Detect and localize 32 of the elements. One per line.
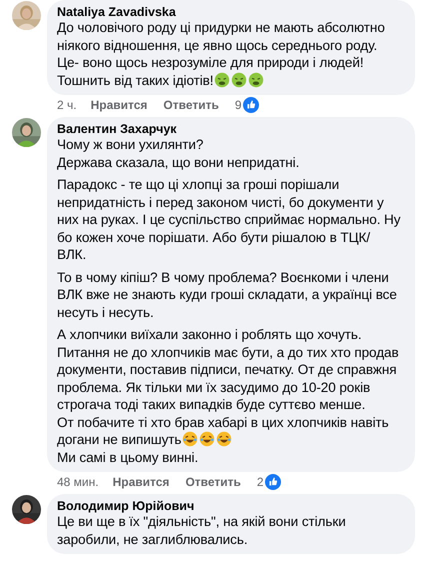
like-link[interactable]: Нравится — [90, 98, 148, 112]
comment-text: Питання не до хлопчиків має бути, а до тих хто продав документи, поставив підписи, печатку. От де справжня проблема. Як тільки ми їх засудимо до 10-20 років строгача тоді таких випадків буде суттєво менше. — [57, 344, 399, 412]
like-count[interactable]: 9 — [234, 98, 242, 112]
reply-link[interactable]: Ответить — [185, 475, 241, 489]
comment-text: догани не випишуть — [57, 432, 182, 447]
like-count[interactable]: 2 — [256, 475, 264, 489]
thumbs-up-icon — [242, 97, 259, 113]
comment-text: Тошнить від таких ідіотів! — [57, 72, 214, 88]
comment-text: От побачите ті хто брав хабарі в цих хлопчиків навіть — [57, 414, 389, 430]
comment-text: Чому ж вони ухилянти? — [57, 137, 204, 152]
nauseated-emoji-icon — [248, 72, 264, 88]
comment-text: А хлопчики виїхали законно і роблять що хочуть. — [57, 327, 362, 342]
comment-text: Це- воно щось незрозуміле для природи і людей! — [57, 55, 364, 70]
laughing-emoji-icon — [182, 431, 198, 447]
comment-text: Парадокс - те що ці хлопці за гроші порішали непридатність і перед законом чисті, бо документи у них на руках. І це суспільство сприймає нормально. Ну бо кожен хоче порішати. Або бути рішалою в ТЦК/ ВЛК. — [57, 177, 400, 262]
comment-text: То в чому кіпіш? В чому проблема? Воєнкоми і члени ВЛК вже не знають куди гроші складати, а українці все несуть і несуть. — [57, 270, 397, 320]
laughing-emoji-icon — [199, 431, 216, 447]
like-link[interactable]: Нравится — [112, 475, 170, 489]
comment-text: Держава сказала, що вони непридатні. — [57, 154, 300, 170]
comment-text: Це ви ще в їх "діяльність", на якій вони стільки заробили, не заглиблювались. — [57, 514, 346, 546]
thumbs-up-icon — [264, 474, 281, 490]
laughing-emoji-icon — [216, 431, 232, 447]
comment-text: Ми самі в цьому винні. — [57, 450, 198, 464]
comment-text: До чоловічого роду ці придурки не мають абсолютно ніякого відношення, це явно щось середнього роду. — [57, 20, 385, 52]
nauseated-emoji-icon — [231, 72, 248, 88]
author-name[interactable]: Nataliya Zavadivska — [57, 5, 405, 19]
comment-time[interactable]: 2 ч. — [57, 98, 77, 112]
author-name[interactable]: Валентин Захарчук — [57, 122, 405, 136]
comment-time[interactable]: 48 мин. — [57, 475, 99, 489]
author-name[interactable]: Володимир Юрійович — [57, 499, 405, 513]
reply-link[interactable]: Ответить — [163, 98, 219, 112]
nauseated-emoji-icon — [214, 72, 230, 88]
